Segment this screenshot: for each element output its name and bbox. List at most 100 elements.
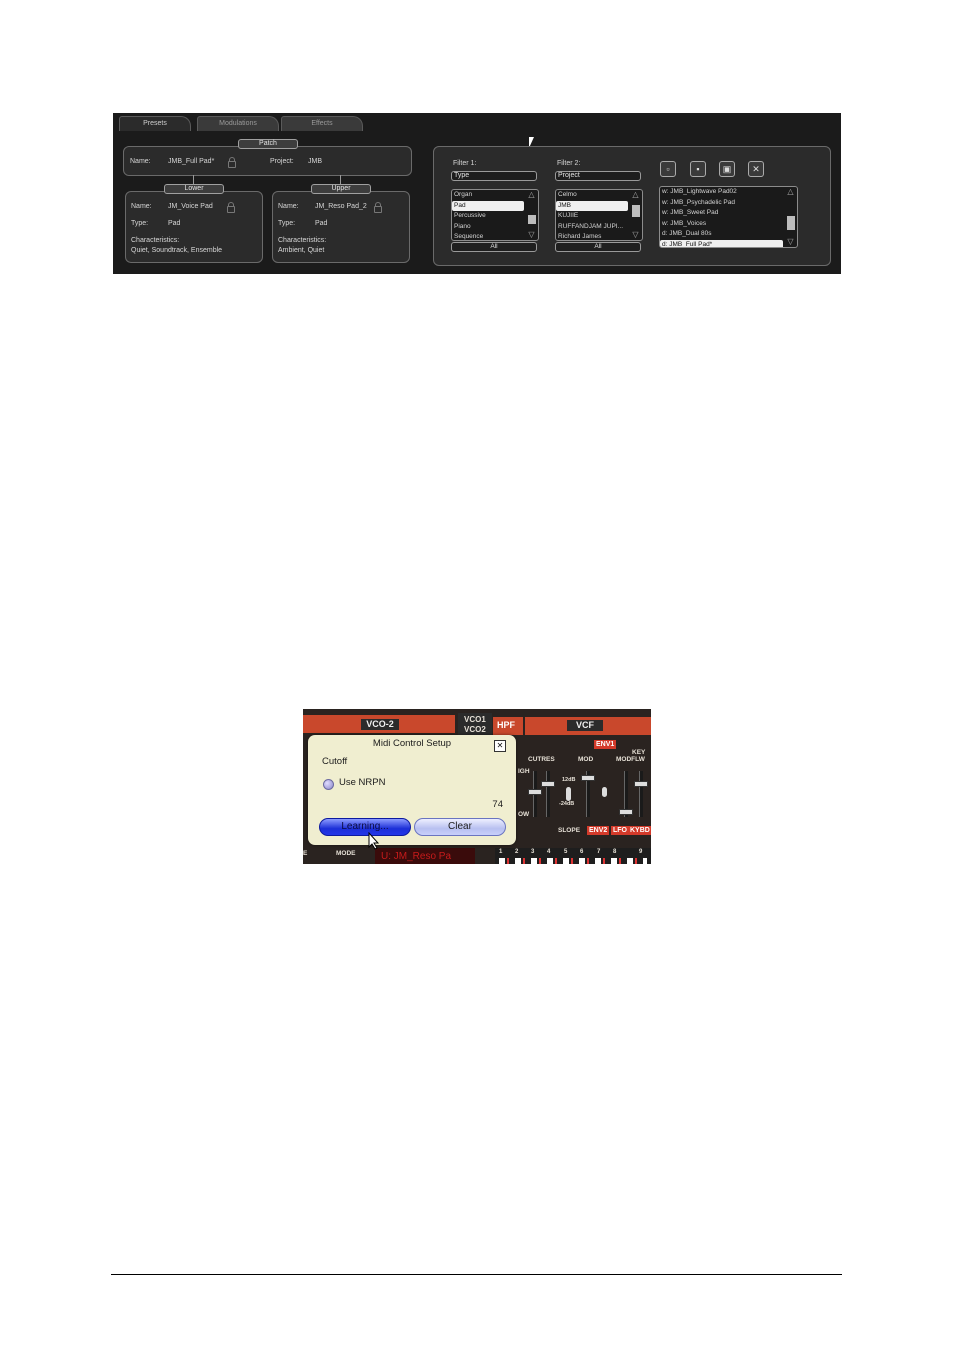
- filter1-label: Filter 1:: [453, 160, 477, 167]
- modflw-fader-knob[interactable]: [619, 809, 633, 815]
- step-number: 3: [531, 849, 535, 855]
- db24-label: -24dB: [559, 801, 575, 807]
- cutres-label: CUTRES: [528, 756, 555, 763]
- vco1-label: VCO1: [464, 715, 486, 724]
- tab-effects[interactable]: Effects: [281, 116, 363, 131]
- patch-project-label: Project:: [270, 158, 294, 165]
- step-buttons[interactable]: [499, 858, 647, 864]
- filter2-label: Filter 2:: [557, 160, 581, 167]
- slope-label: SLOPE: [558, 827, 581, 834]
- step-number: 9: [639, 849, 643, 855]
- parameter-label: Cutoff: [322, 756, 348, 767]
- scroll-up-icon[interactable]: △: [526, 191, 537, 199]
- high-label: IGH: [518, 768, 530, 775]
- vcf-label: VCF: [567, 720, 603, 731]
- mode-label: MODE: [336, 850, 356, 857]
- slope-switch[interactable]: [566, 787, 571, 801]
- step-number: 1: [499, 849, 503, 855]
- patch-display-text: U: JM_Reso Pa: [381, 851, 452, 862]
- mod-label: MOD: [578, 756, 594, 763]
- midi-control-setup-dialog: Midi Control Setup ✕ Cutoff Use NRPN 74 …: [308, 735, 516, 850]
- upper-name-label: Name:: [278, 203, 299, 210]
- list-item-selected[interactable]: Pad: [452, 200, 524, 211]
- key-fader-knob[interactable]: [634, 781, 648, 787]
- patch-name-label: Name:: [130, 158, 151, 165]
- patch-lock-icon[interactable]: [228, 157, 236, 168]
- tab-modulations[interactable]: Modulations: [197, 116, 279, 131]
- e-label: E: [303, 850, 308, 857]
- resonance-fader-knob[interactable]: [541, 781, 555, 787]
- step-number: 8: [613, 849, 617, 855]
- mod-source-switch[interactable]: [602, 787, 607, 797]
- mod-fader-knob[interactable]: [581, 775, 595, 781]
- env1-tag: ENV1: [594, 740, 617, 749]
- scroll-thumb[interactable]: [528, 215, 536, 224]
- upper-characteristics-value: Ambient, Quiet: [278, 247, 325, 254]
- low-label: OW: [518, 811, 530, 818]
- list-item[interactable]: w: JMB_Lightwave Pad02: [660, 187, 797, 198]
- filter1-select[interactable]: Type: [451, 171, 537, 181]
- scroll-down-icon[interactable]: ▽: [630, 231, 641, 239]
- scroll-down-icon[interactable]: ▽: [785, 238, 796, 246]
- nrpn-label: Use NRPN: [339, 777, 386, 788]
- scroll-up-icon[interactable]: △: [630, 191, 641, 199]
- lfo-tag: LFO: [611, 826, 629, 835]
- db12-label: 12dB: [562, 777, 576, 783]
- upper-type-value: Pad: [315, 220, 328, 227]
- lower-name-label: Name:: [131, 203, 152, 210]
- scroll-thumb[interactable]: [787, 216, 795, 230]
- cutoff-fader-knob[interactable]: [528, 789, 542, 795]
- lower-type-value: Pad: [168, 220, 181, 227]
- scroll-up-icon[interactable]: △: [785, 188, 796, 196]
- lower-lock-icon[interactable]: [227, 202, 235, 213]
- filter1-scrollbar[interactable]: △ ▽: [526, 191, 537, 239]
- key-label: KEY: [632, 749, 646, 756]
- save-icon[interactable]: ▪: [690, 161, 706, 177]
- filter2-all-button[interactable]: All: [555, 242, 641, 252]
- step-number: 2: [515, 849, 519, 855]
- clear-button[interactable]: Clear: [414, 818, 506, 836]
- lower-panel: Name: JM_Voice Pad Type: Pad Characteris…: [125, 191, 263, 263]
- scroll-thumb[interactable]: [632, 205, 640, 217]
- patch-name-value[interactable]: JMB_Full Pad*: [168, 158, 214, 165]
- delete-icon[interactable]: ✕: [748, 161, 764, 177]
- list-item[interactable]: w: JMB_Psychadelic Pad: [660, 198, 797, 209]
- filter2-list[interactable]: Celmo JMB KUJIIE RUFFANDJAM JUPI... Rich…: [555, 189, 643, 241]
- mouse-cursor-icon: [368, 832, 380, 850]
- modflw-label: MODFLW: [616, 756, 645, 763]
- nrpn-radio[interactable]: [323, 779, 334, 790]
- upper-lock-icon[interactable]: [374, 202, 382, 213]
- scroll-down-icon[interactable]: ▽: [526, 231, 537, 239]
- filter1-list[interactable]: Organ Pad Percussive Piano Sequence △ ▽: [451, 189, 539, 241]
- filter2-select[interactable]: Project: [555, 171, 641, 181]
- upper-type-label: Type:: [278, 220, 296, 227]
- new-icon[interactable]: ▫: [660, 161, 676, 177]
- step-number: 6: [580, 849, 584, 855]
- kybd-tag: KYBD: [628, 826, 651, 835]
- list-item[interactable]: w: JMB_Voices: [660, 219, 797, 230]
- results-scrollbar[interactable]: △ ▽: [785, 188, 796, 246]
- filter1-all-button[interactable]: All: [451, 242, 537, 252]
- learn-button[interactable]: Learning...: [319, 818, 411, 836]
- results-list[interactable]: w: JMB_Lightwave Pad02 w: JMB_Psychadeli…: [659, 186, 798, 248]
- filter2-scrollbar[interactable]: △ ▽: [630, 191, 641, 239]
- list-item-selected[interactable]: JMB: [556, 200, 628, 211]
- lower-characteristics-value: Quiet, Soundtrack, Ensemble: [131, 247, 223, 254]
- list-item-selected[interactable]: d: JMB_Full Pad*: [660, 239, 783, 247]
- close-icon[interactable]: ✕: [494, 740, 506, 752]
- lower-type-label: Type:: [131, 220, 149, 227]
- save-as-icon[interactable]: ▣: [719, 161, 735, 177]
- step-number: 4: [547, 849, 551, 855]
- upper-name-value[interactable]: JM_Reso Pad_2: [315, 203, 367, 210]
- resonance-fader[interactable]: [546, 771, 550, 817]
- lower-connector: [193, 175, 194, 184]
- lower-header: Lower: [164, 184, 224, 194]
- tab-presets[interactable]: Presets: [119, 116, 191, 131]
- vco2-label: VCO-2: [361, 719, 399, 730]
- list-item[interactable]: d: JMB_Dual 80s: [660, 229, 797, 240]
- key-fader[interactable]: [639, 771, 643, 817]
- step-number: 5: [564, 849, 568, 855]
- lower-name-value[interactable]: JM_Voice Pad: [168, 203, 213, 210]
- list-item[interactable]: w: JMB_Sweet Pad: [660, 208, 797, 219]
- upper-panel: Name: JM_Reso Pad_2 Type: Pad Characteri…: [272, 191, 410, 263]
